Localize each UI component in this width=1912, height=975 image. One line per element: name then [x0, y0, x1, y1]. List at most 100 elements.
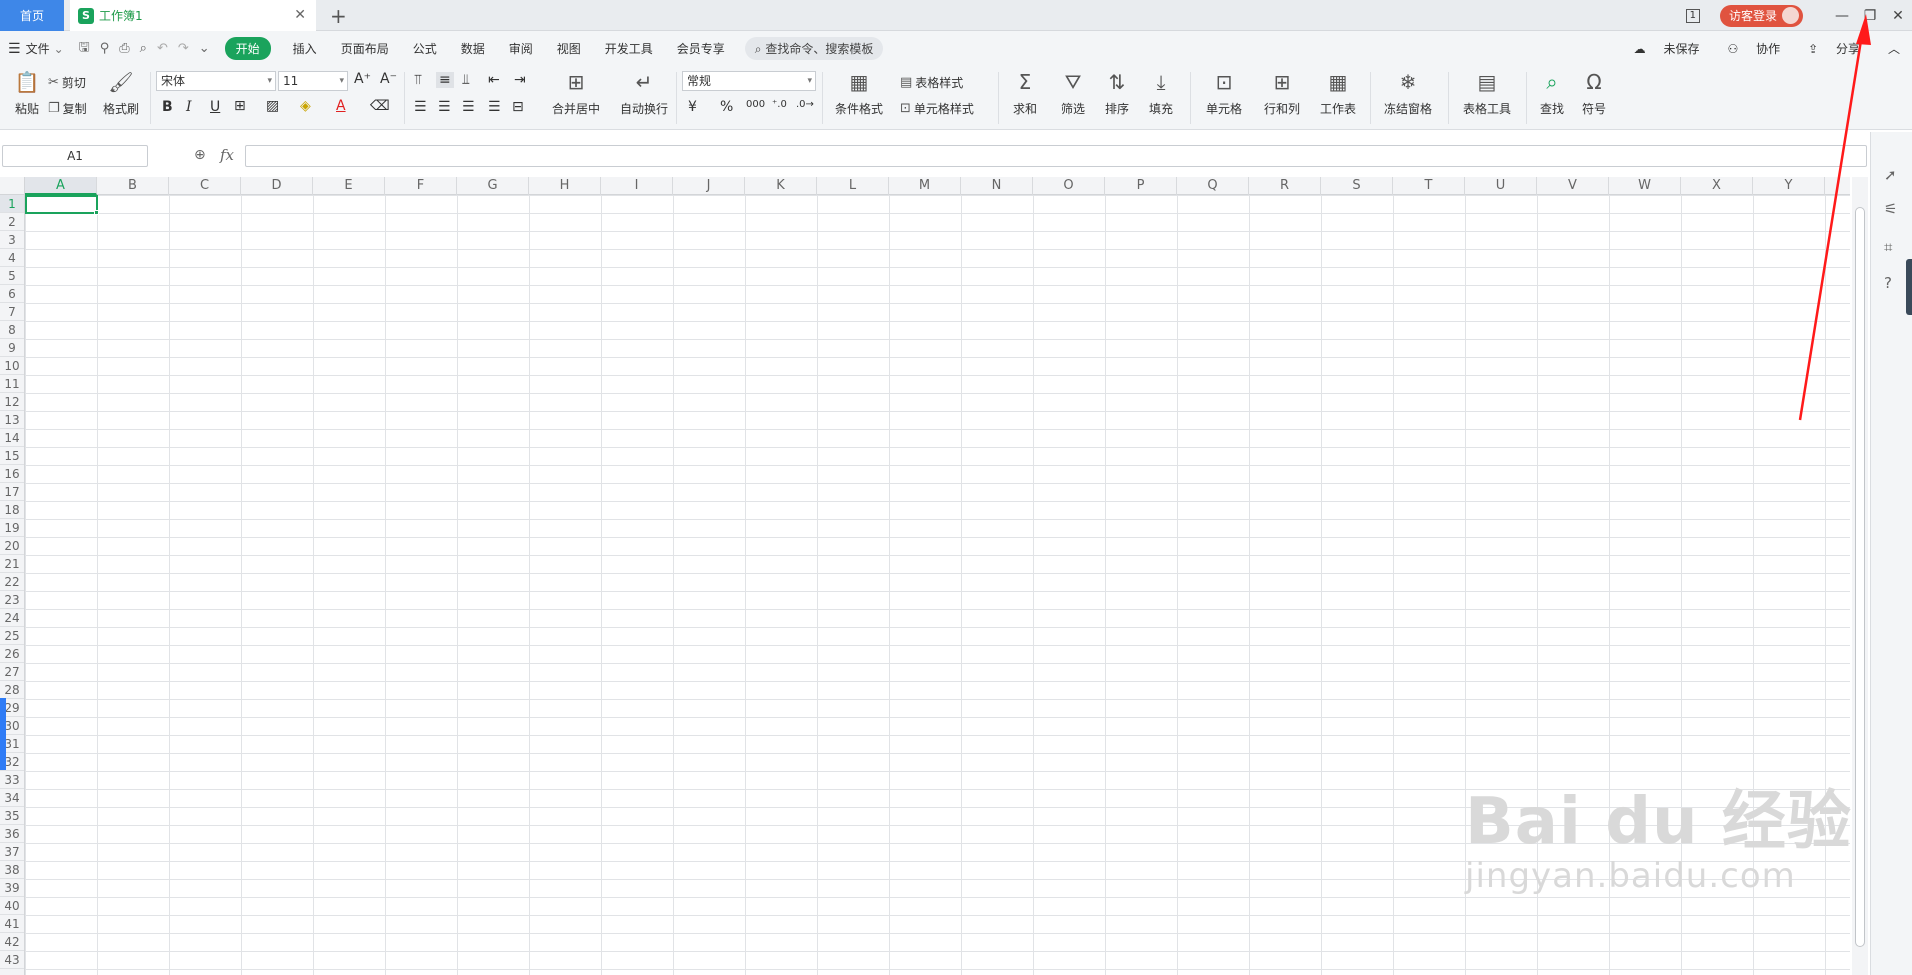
italic-icon[interactable]: I — [186, 99, 192, 115]
symbol-button[interactable]: Ω 符号 — [1572, 70, 1616, 117]
row-header-25[interactable]: 25 — [0, 627, 24, 645]
row-header-20[interactable]: 20 — [0, 537, 24, 555]
copy-button[interactable]: ❐ 复制 — [48, 100, 87, 117]
cell-button[interactable]: ⊡ 单元格 — [1196, 70, 1252, 117]
row-header-26[interactable]: 26 — [0, 645, 24, 663]
row-header-8[interactable]: 8 — [0, 321, 24, 339]
column-header-x[interactable]: X — [1681, 177, 1753, 195]
align-right-icon[interactable]: ☰ — [462, 99, 475, 115]
merge-center-button[interactable]: ⊞ 合并居中 — [546, 70, 606, 117]
tab-workbook[interactable]: S 工作簿1 ✕ — [70, 0, 316, 31]
row-header-10[interactable]: 10 — [0, 357, 24, 375]
font-color-icon[interactable]: A — [336, 98, 346, 114]
underline-icon[interactable]: U — [210, 99, 220, 115]
thousands-separator-icon[interactable]: 000 — [746, 99, 765, 110]
print-icon[interactable]: ⎙ — [114, 41, 134, 56]
restore-icon[interactable]: ❐ — [1856, 8, 1884, 24]
settings-sliders-icon[interactable]: ⚟ — [1884, 200, 1897, 218]
row-header-43[interactable]: 43 — [0, 951, 24, 969]
customize-quick-access-icon[interactable]: ⌄ — [194, 41, 215, 56]
column-header-o[interactable]: O — [1033, 177, 1105, 195]
column-header-b[interactable]: B — [97, 177, 169, 195]
row-header-14[interactable]: 14 — [0, 429, 24, 447]
command-search[interactable]: ⌕ 查找命令、搜索模板 — [744, 37, 884, 60]
percent-icon[interactable]: % — [720, 99, 733, 115]
decrease-indent-icon[interactable]: ⇤ — [488, 72, 500, 88]
row-header-23[interactable]: 23 — [0, 591, 24, 609]
align-middle-icon[interactable]: ≡ — [436, 72, 454, 88]
tab-start[interactable]: 开始 — [224, 37, 271, 60]
row-header-42[interactable]: 42 — [0, 933, 24, 951]
row-header-17[interactable]: 17 — [0, 483, 24, 501]
active-cell-selection[interactable] — [25, 195, 98, 214]
distributed-align-icon[interactable]: ⊟ — [512, 99, 524, 115]
formula-input[interactable] — [245, 145, 1867, 167]
column-header-d[interactable]: D — [241, 177, 313, 195]
tab-insert[interactable]: 插入 — [281, 40, 329, 57]
tab-formulas[interactable]: 公式 — [401, 40, 449, 57]
freeze-panes-button[interactable]: ❄ 冻结窗格 — [1378, 70, 1438, 117]
fill-color-icon[interactable]: ◈ — [300, 98, 311, 114]
column-header-q[interactable]: Q — [1177, 177, 1249, 195]
sum-button[interactable]: Σ 求和 — [1002, 70, 1048, 117]
crop-icon[interactable]: ⌗ — [1884, 238, 1892, 256]
login-button[interactable]: 访客登录 — [1719, 4, 1803, 27]
number-format-select[interactable]: 常规 — [682, 71, 816, 91]
select-pointer-icon[interactable]: ➚ — [1884, 166, 1897, 184]
row-header-7[interactable]: 7 — [0, 303, 24, 321]
column-header-s[interactable]: S — [1321, 177, 1393, 195]
window-count-badge[interactable]: 1 — [1685, 8, 1700, 23]
row-header-33[interactable]: 33 — [0, 771, 24, 789]
align-bottom-icon[interactable]: ⫫ — [462, 72, 470, 88]
row-header-12[interactable]: 12 — [0, 393, 24, 411]
zoom-icon[interactable]: ⊕ — [194, 147, 206, 163]
tab-view[interactable]: 视图 — [545, 40, 593, 57]
collapse-ribbon-icon[interactable]: ︿ — [1888, 40, 1900, 57]
column-header-w[interactable]: W — [1609, 177, 1681, 195]
row-header-6[interactable]: 6 — [0, 285, 24, 303]
row-header-36[interactable]: 36 — [0, 825, 24, 843]
scrollbar-thumb[interactable] — [1855, 207, 1865, 947]
select-all-corner[interactable] — [0, 177, 25, 195]
table-style-button[interactable]: ▤ 表格样式 — [900, 74, 963, 91]
row-header-22[interactable]: 22 — [0, 573, 24, 591]
row-header-37[interactable]: 37 — [0, 843, 24, 861]
decrease-decimal-icon[interactable]: .0→ — [796, 99, 814, 110]
format-painter-button[interactable]: 🖌 格式刷 — [94, 70, 148, 117]
align-left-icon[interactable]: ☰ — [414, 99, 427, 115]
conditional-format-button[interactable]: ▦ 条件格式 — [830, 70, 888, 117]
filter-button[interactable]: ⛛ 筛选 — [1050, 70, 1096, 117]
increase-decimal-icon[interactable]: ⁺.0 — [772, 99, 787, 110]
row-header-27[interactable]: 27 — [0, 663, 24, 681]
fx-icon[interactable]: fx — [220, 146, 234, 164]
border-icon[interactable]: ⊞ — [234, 98, 246, 114]
row-header-24[interactable]: 24 — [0, 609, 24, 627]
row-header-38[interactable]: 38 — [0, 861, 24, 879]
column-header-t[interactable]: T — [1393, 177, 1465, 195]
column-header-m[interactable]: M — [889, 177, 961, 195]
bold-icon[interactable]: B — [162, 99, 173, 115]
tab-member[interactable]: 会员专享 — [665, 40, 737, 57]
row-header-2[interactable]: 2 — [0, 213, 24, 231]
row-header-21[interactable]: 21 — [0, 555, 24, 573]
decrease-font-icon[interactable]: A⁻ — [380, 71, 397, 87]
row-header-4[interactable]: 4 — [0, 249, 24, 267]
column-header-y[interactable]: Y — [1753, 177, 1825, 195]
share-button[interactable]: ⇪ 分享 — [1808, 40, 1874, 57]
print-preview-icon[interactable]: ⌕ — [135, 41, 152, 56]
collaborate-button[interactable]: ⚇ 协作 — [1728, 40, 1795, 57]
redo-icon[interactable]: ↷ — [173, 41, 194, 56]
file-menu[interactable]: ☰ 文件 ⌄ — [0, 40, 74, 57]
close-window-icon[interactable]: ✕ — [1884, 8, 1912, 24]
paste-button[interactable]: 📋 粘贴 — [0, 70, 54, 117]
column-header-k[interactable]: K — [745, 177, 817, 195]
column-header-j[interactable]: J — [673, 177, 745, 195]
increase-indent-icon[interactable]: ⇥ — [514, 72, 526, 88]
row-header-5[interactable]: 5 — [0, 267, 24, 285]
tab-home[interactable]: 首页 — [0, 0, 64, 31]
column-header-u[interactable]: U — [1465, 177, 1537, 195]
new-tab-button[interactable]: + — [330, 4, 347, 28]
row-header-15[interactable]: 15 — [0, 447, 24, 465]
table-tools-button[interactable]: ▤ 表格工具 — [1456, 70, 1518, 117]
column-header-n[interactable]: N — [961, 177, 1033, 195]
